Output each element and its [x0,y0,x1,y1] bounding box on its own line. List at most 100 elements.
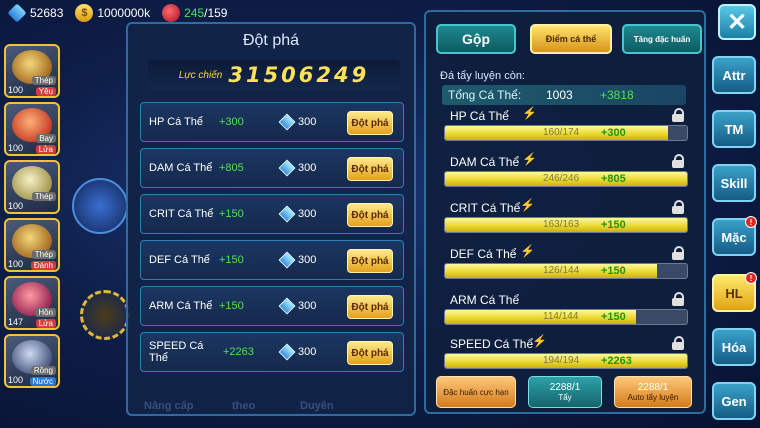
breakthrough-button[interactable]: Đột phá [347,341,393,365]
gem-cost: 300 [298,208,317,220]
alert-badge: ! [745,272,757,284]
nav-tm[interactable]: TM [712,110,756,148]
breakthrough-button[interactable]: Đột phá [347,295,393,319]
stat-name: DAM Cá Thể [450,155,520,169]
stat-name: HP Cá Thể [450,109,509,123]
lightning-icon: ⚡ [522,106,537,120]
stat-name: DAM Cá Thể [149,162,213,174]
potion-icon [162,4,181,22]
pet-slot[interactable]: 100 Thép Đánh [4,218,60,272]
breakthrough-panel: Đột phá Lực chiến 31506249 HP Cá Thể +30… [126,22,416,416]
tab-individual-points[interactable]: Điểm cá thể [530,24,612,54]
stat-row-arm: ARM Cá Thể 114/144 +150 [444,290,692,334]
lightning-icon: ⚡ [532,334,547,348]
breakthrough-button[interactable]: Đột phá [347,203,393,227]
stat-row-hp: HP Cá Thể ⚡ 160/174 +300 [444,106,692,150]
limit-training-button[interactable]: Đặc huấn cực hạn [436,376,516,408]
coin-icon: $ [75,4,94,22]
pet-level: 100 [8,201,24,211]
stat-name: CRIT Cá Thể [450,201,521,215]
stat-name: DEF Cá Thể [450,247,517,261]
breakthrough-row: SPEED Cá Thể +2263 300 Đột phá [140,332,404,372]
lock-icon[interactable] [672,336,684,350]
pet-type: Thép [31,76,56,85]
remaining-stones-label: Đá tẩy luyện còn: [440,70,525,82]
stat-bonus: +150 [601,219,626,231]
nav-hl[interactable]: HL ! [712,272,757,312]
stat-bonus: +300 [219,116,244,128]
nav-hoa[interactable]: Hóa [712,328,756,366]
lock-icon[interactable] [672,200,684,214]
nav-mac[interactable]: Mặc ! [712,216,757,256]
pet-type-secondary: Lửa [35,319,56,328]
stat-bonus: +150 [219,300,244,312]
nav-gen[interactable]: Gen [712,382,756,420]
stat-bonus: +150 [601,311,626,323]
total-value: 1003 [546,88,573,102]
pet-slot[interactable]: 100 Thép Yêu [4,44,60,98]
lock-icon[interactable] [672,108,684,122]
stat-row-dam: DAM Cá Thể ⚡ 246/246 +805 [444,152,692,196]
pet-slot[interactable]: 100 Bay Lửa [4,102,60,156]
breakthrough-button[interactable]: Đột phá [347,249,393,273]
total-bonus: +3818 [600,88,634,102]
stat-name: SPEED Cá Thể [149,340,204,364]
potion-counter: 245 /159 [162,4,227,22]
pet-slot[interactable]: 147 Hồn Lửa [4,276,60,330]
gem-cost: 300 [298,254,317,266]
nav-skill[interactable]: Skill [712,164,756,202]
pet-type: Thép [31,192,56,201]
stat-name: ARM Cá Thể [450,293,520,307]
auto-wash-button[interactable]: 2288/1 Auto tẩy luyện [614,376,692,408]
stat-bar: 246/246 +805 [444,171,688,187]
breakthrough-button[interactable]: Đột phá [347,111,393,135]
gem-icon [278,251,296,269]
stat-row-def: DEF Cá Thể ⚡ 126/144 +150 [444,244,692,288]
gem-icon [278,159,296,177]
background-orb [80,290,130,340]
wash-label: Tẩy [558,393,572,402]
stat-name: SPEED Cá Thể [450,337,534,351]
total-individual: Tổng Cá Thể: 1003 +3818 [442,85,686,105]
lock-icon[interactable] [672,292,684,306]
stat-name: HP Cá Thể [149,116,204,128]
pet-slot[interactable]: 100 Thép [4,160,60,214]
potion-max: /159 [204,6,228,20]
lightning-icon: ⚡ [522,152,537,166]
follow-label: theo [232,400,256,412]
gem-counter: 52683 [7,3,64,23]
fate-label: Duyên [300,400,334,412]
close-button[interactable]: ✕ [718,4,756,40]
lock-icon[interactable] [672,154,684,168]
breakthrough-button[interactable]: Đột phá [347,157,393,181]
pet-slot[interactable]: 100 Rồng Nước [4,334,60,388]
lock-icon[interactable] [672,246,684,260]
stat-row-speed: SPEED Cá Thể ⚡ 194/194 +2263 [444,334,692,378]
stat-bar: 194/194 +2263 [444,353,688,369]
tab-special-training[interactable]: Tăng đặc huấn [622,24,702,54]
stat-value: 126/144 [543,265,580,276]
nav-mac-label: Mặc [721,229,747,245]
gem-icon [278,113,296,131]
stat-bonus: +2263 [601,355,632,367]
lightning-icon: ⚡ [520,244,535,258]
stat-value: 114/144 [543,311,579,322]
wash-button[interactable]: 2288/1 Tẩy [528,376,602,408]
combat-power: Lực chiến 31506249 [148,60,400,90]
stat-bonus: +150 [219,208,244,220]
lightning-icon: ⚡ [520,198,535,212]
stat-bar: 160/174 +300 [444,125,688,141]
gem-cost: 300 [298,162,317,174]
nav-attr[interactable]: Attr [712,56,756,94]
tab-merge[interactable]: Gộp [436,24,516,54]
gem-value: 52683 [30,6,64,20]
stat-bonus: +2263 [223,346,254,358]
pet-type: Bay [36,134,56,143]
stat-bonus: +150 [601,265,626,277]
coin-value: 1000000k [97,6,151,20]
auto-wash-count: 2288/1 [637,382,669,393]
individual-points-panel: Gộp Điểm cá thể Tăng đặc huấn Đá tẩy luy… [424,10,706,414]
gem-icon [278,343,296,361]
nav-hl-label: HL [725,285,743,301]
breakthrough-row: DEF Cá Thể +150 300 Đột phá [140,240,404,280]
